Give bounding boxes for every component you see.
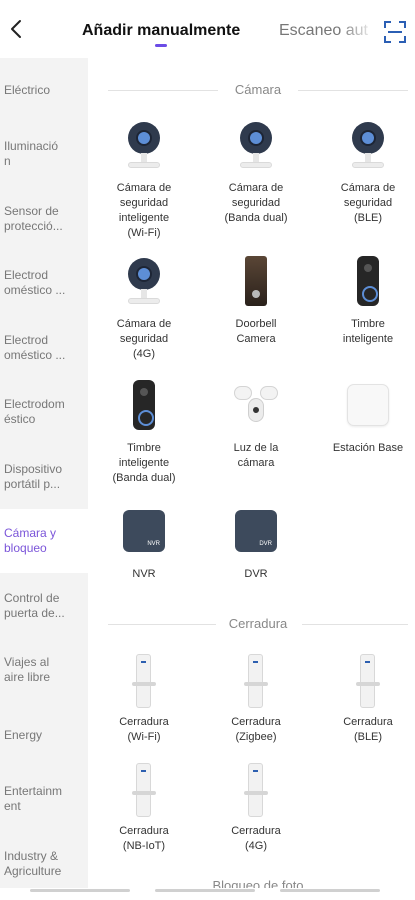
security-camera-icon bbox=[338, 120, 398, 176]
sidebar-item-label: Electrod oméstico ... bbox=[4, 268, 66, 297]
device-camera-4g[interactable]: Cámara de seguridad (4G) bbox=[88, 256, 200, 362]
section-header-photo-lock: Bloqueo de foto bbox=[108, 876, 408, 888]
sidebar-item-electrodomestico-3[interactable]: Electrodom éstico bbox=[0, 380, 88, 444]
device-lock-wifi[interactable]: Cerradura (Wi-Fi) bbox=[88, 654, 200, 745]
sidebar-item-label: Industry & Agriculture bbox=[4, 849, 62, 878]
nav-segment bbox=[30, 889, 130, 892]
device-label: Cámara de seguridad inteligente (Wi-Fi) bbox=[116, 182, 172, 239]
device-camera-dualband[interactable]: Cámara de seguridad (Banda dual) bbox=[200, 120, 312, 226]
device-smart-doorbell-dualband[interactable]: Timbre inteligente (Banda dual) bbox=[88, 380, 200, 486]
device-label: Estación Base bbox=[332, 442, 404, 454]
device-lock-ble[interactable]: Cerradura (BLE) bbox=[312, 654, 415, 745]
doorbell-camera-icon bbox=[226, 256, 286, 312]
device-label: Cerradura (Wi-Fi) bbox=[119, 716, 169, 743]
sidebar-item-energy[interactable]: Energy bbox=[0, 703, 88, 767]
sidebar-item-label: Cámara y bloqueo bbox=[4, 526, 57, 555]
navigation-bar bbox=[30, 888, 380, 894]
device-lock-nbiot[interactable]: Cerradura (NB-IoT) bbox=[88, 763, 200, 854]
sidebar-item-label: Electrodom éstico bbox=[4, 397, 65, 426]
nav-segment bbox=[280, 889, 380, 892]
sidebar-item-dispositivo-portatil[interactable]: Dispositivo portátil p... bbox=[0, 445, 88, 509]
device-camera-wifi[interactable]: Cámara de seguridad inteligente (Wi-Fi) bbox=[88, 120, 200, 241]
device-dvr[interactable]: DVR DVR bbox=[200, 506, 312, 582]
device-lock-zigbee[interactable]: Cerradura (Zigbee) bbox=[200, 654, 312, 745]
back-arrow-icon[interactable] bbox=[6, 18, 28, 40]
tab-fade-overlay bbox=[340, 18, 376, 44]
category-sidebar: Eléctrico Iluminació n Sensor de protecc… bbox=[0, 58, 88, 888]
scan-qr-icon[interactable] bbox=[383, 20, 407, 44]
device-floodlight-camera[interactable]: Luz de la cámara bbox=[200, 380, 312, 471]
door-lock-icon bbox=[226, 763, 286, 819]
sidebar-item-camara-bloqueo[interactable]: Cámara y bloqueo bbox=[0, 509, 88, 573]
device-label: Cerradura (BLE) bbox=[343, 716, 393, 743]
security-camera-icon bbox=[114, 256, 174, 312]
section-header-camera: Cámara bbox=[108, 80, 408, 100]
sidebar-item-viajes[interactable]: Viajes al aire libre bbox=[0, 638, 88, 702]
section-title: Cámara bbox=[226, 82, 290, 97]
sidebar-item-label: Entertainm ent bbox=[4, 784, 63, 813]
sidebar-item-label: Dispositivo portátil p... bbox=[4, 462, 63, 491]
device-lock-4g[interactable]: Cerradura (4G) bbox=[200, 763, 312, 854]
door-lock-icon bbox=[114, 654, 174, 710]
device-label: Cámara de seguridad (Banda dual) bbox=[224, 182, 288, 224]
section-title: Bloqueo de foto bbox=[204, 878, 312, 888]
sidebar-item-industry[interactable]: Industry & Agriculture bbox=[0, 832, 88, 896]
device-label: Cerradura (4G) bbox=[231, 825, 281, 852]
device-camera-ble[interactable]: Cámara de seguridad (BLE) bbox=[312, 120, 415, 226]
device-label: Cámara de seguridad (4G) bbox=[116, 318, 172, 360]
device-label: DVR bbox=[244, 568, 268, 580]
nvr-icon: NVR bbox=[114, 506, 174, 562]
sidebar-item-electrodomestico-2[interactable]: Electrod oméstico ... bbox=[0, 316, 88, 380]
active-tab-indicator bbox=[155, 44, 167, 47]
smart-doorbell-icon bbox=[338, 256, 398, 312]
device-label: Timbre inteligente (Banda dual) bbox=[112, 442, 176, 484]
device-label: Timbre inteligente bbox=[342, 318, 394, 345]
sidebar-item-electrodomestico-1[interactable]: Electrod oméstico ... bbox=[0, 251, 88, 315]
sidebar-item-label: Eléctrico bbox=[4, 82, 51, 97]
sidebar-item-iluminacion[interactable]: Iluminació n bbox=[0, 122, 88, 186]
device-label: Doorbell Camera bbox=[235, 318, 277, 345]
door-lock-icon bbox=[114, 763, 174, 819]
nav-segment bbox=[155, 889, 255, 892]
sidebar-item-label: Electrod oméstico ... bbox=[4, 333, 66, 362]
sidebar-item-label: Sensor de protecció... bbox=[4, 204, 63, 233]
nvr-badge: NVR bbox=[147, 541, 160, 547]
device-label: Cerradura (NB-IoT) bbox=[119, 825, 169, 852]
device-list[interactable]: Cámara Cámara de seguridad inteligente (… bbox=[88, 58, 415, 888]
section-header-lock: Cerradura bbox=[108, 614, 408, 634]
door-lock-icon bbox=[338, 654, 398, 710]
dvr-icon: DVR bbox=[226, 506, 286, 562]
device-label: Luz de la cámara bbox=[233, 442, 279, 469]
section-title: Cerradura bbox=[220, 616, 296, 631]
base-station-icon bbox=[338, 380, 398, 436]
sidebar-item-entertainment[interactable]: Entertainm ent bbox=[0, 767, 88, 831]
sidebar-item-label: Control de puerta de... bbox=[4, 591, 65, 620]
device-label: Cerradura (Zigbee) bbox=[231, 716, 281, 743]
device-label: NVR bbox=[132, 568, 156, 580]
sidebar-item-sensor[interactable]: Sensor de protecció... bbox=[0, 187, 88, 251]
security-camera-icon bbox=[226, 120, 286, 176]
device-label: Cámara de seguridad (BLE) bbox=[340, 182, 396, 224]
sidebar-item-label: Viajes al aire libre bbox=[4, 655, 51, 684]
floodlight-camera-icon bbox=[226, 380, 286, 436]
device-nvr[interactable]: NVR NVR bbox=[88, 506, 200, 582]
sidebar-item-electrico[interactable]: Eléctrico bbox=[0, 58, 88, 122]
device-smart-doorbell[interactable]: Timbre inteligente bbox=[312, 256, 415, 347]
dvr-badge: DVR bbox=[259, 541, 272, 547]
top-bar: Añadir manualmente Escaneo aut bbox=[0, 0, 415, 58]
security-camera-icon bbox=[114, 120, 174, 176]
device-base-station[interactable]: Estación Base bbox=[312, 380, 415, 456]
tab-add-manually[interactable]: Añadir manualmente bbox=[82, 22, 240, 40]
sidebar-item-control-puerta[interactable]: Control de puerta de... bbox=[0, 574, 88, 638]
smart-doorbell-icon bbox=[114, 380, 174, 436]
door-lock-icon bbox=[226, 654, 286, 710]
sidebar-item-label: Iluminació n bbox=[4, 139, 59, 168]
device-doorbell-camera[interactable]: Doorbell Camera bbox=[200, 256, 312, 347]
sidebar-item-label: Energy bbox=[4, 727, 43, 742]
